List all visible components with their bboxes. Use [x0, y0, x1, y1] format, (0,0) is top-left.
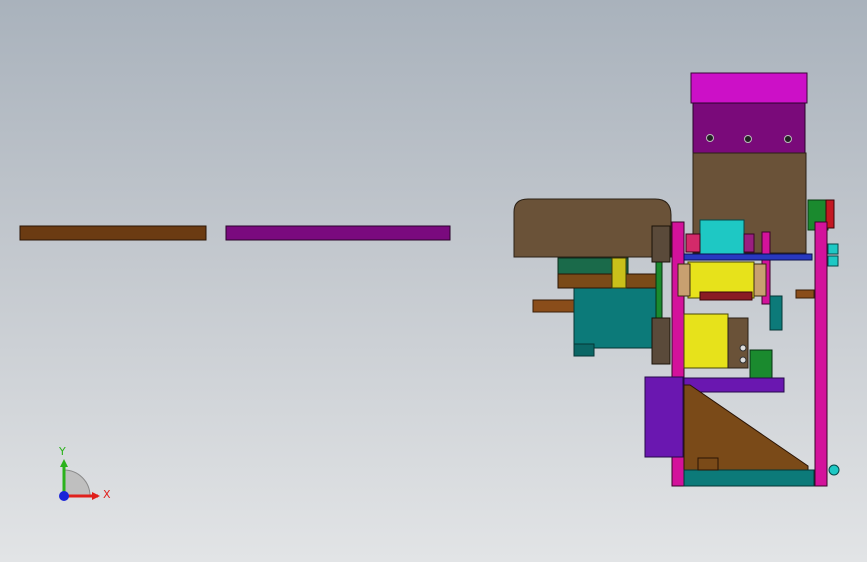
gearbox-top-plate[interactable]: [683, 377, 785, 393]
right-fitting-1[interactable]: [827, 243, 839, 255]
coupling-cap[interactable]: [685, 233, 701, 253]
brown-flat-bar[interactable]: [19, 225, 207, 241]
motor-flange[interactable]: [573, 343, 595, 357]
motor-housing[interactable]: [573, 287, 661, 349]
hopper-hood-body[interactable]: [692, 102, 806, 154]
coordinate-triad: X Y: [58, 445, 111, 501]
graphics-viewport[interactable]: X Y: [0, 0, 867, 562]
coupling-cyan[interactable]: [699, 219, 745, 255]
base-frame-top[interactable]: [697, 457, 719, 471]
blue-rail[interactable]: [683, 253, 813, 261]
hood-bolt-1: [706, 134, 714, 142]
right-fitting-3[interactable]: [795, 289, 815, 299]
triad-y-label: Y: [58, 445, 66, 458]
triad-arc: [63, 469, 91, 497]
base-bolt: [828, 464, 840, 476]
gearbox-violet[interactable]: [644, 376, 684, 458]
triad-x-arrow-icon: [92, 492, 100, 500]
brown-curved-cover[interactable]: [513, 198, 672, 258]
purple-flat-bar[interactable]: [225, 225, 451, 241]
triad-y-arrow-icon: [60, 459, 68, 467]
pulley-lower[interactable]: [651, 317, 671, 365]
roller-shadow[interactable]: [699, 291, 753, 301]
side-plate-teal-a[interactable]: [769, 295, 783, 331]
hood-bolt-2: [744, 135, 752, 143]
roller-bearing-left[interactable]: [677, 263, 691, 297]
coupling-cap-right[interactable]: [743, 233, 755, 253]
side-plate-green-a[interactable]: [749, 349, 773, 379]
roller-bolt-1: [739, 344, 747, 352]
hopper-hood-top[interactable]: [690, 72, 808, 104]
right-fitting-2[interactable]: [827, 255, 839, 267]
stacked-plate-yellow[interactable]: [611, 257, 627, 289]
frame-column-right[interactable]: [814, 221, 828, 487]
stacked-plate-brown[interactable]: [557, 273, 659, 289]
triad-z-axis-icon: [59, 491, 69, 501]
drive-shaft[interactable]: [532, 299, 578, 313]
cad-scene[interactable]: X Y: [0, 0, 867, 562]
base-frame[interactable]: [683, 469, 815, 487]
pulley-upper[interactable]: [651, 225, 671, 263]
roller-bearing-right[interactable]: [753, 263, 767, 297]
machine-assembly[interactable]: [513, 72, 840, 487]
lower-roller-yellow[interactable]: [683, 313, 729, 369]
roller-bolt-2: [739, 356, 747, 364]
triad-x-label: X: [103, 488, 111, 501]
hood-bolt-3: [784, 135, 792, 143]
